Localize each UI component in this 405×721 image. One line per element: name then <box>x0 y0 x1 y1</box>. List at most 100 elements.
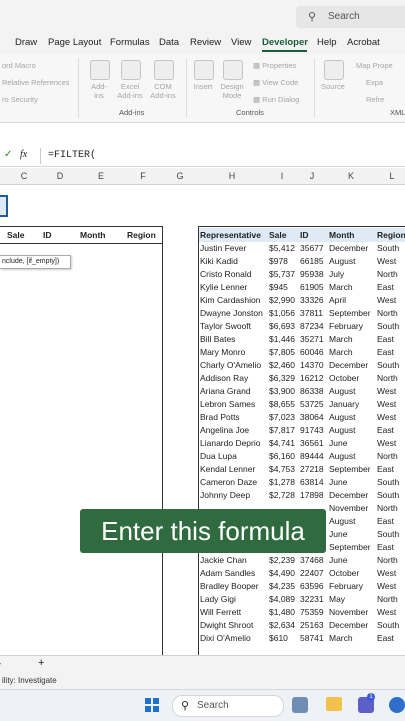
right-cell-region[interactable]: West <box>377 295 396 305</box>
right-cell-region[interactable]: West <box>377 386 396 396</box>
check-icon[interactable]: ✓ <box>4 149 12 160</box>
right-cell-region[interactable]: North <box>377 451 398 461</box>
right-cell-sale[interactable]: $5,737 <box>269 269 295 279</box>
column-header-d[interactable]: D <box>57 171 64 181</box>
right-cell-month[interactable]: March <box>329 347 353 357</box>
right-cell-month[interactable]: June <box>329 477 347 487</box>
right-cell-id[interactable]: 95938 <box>300 269 324 279</box>
column-header-f[interactable]: F <box>140 171 146 181</box>
right-cell-region[interactable]: South <box>377 490 399 500</box>
right-cell-sale[interactable]: $6,329 <box>269 373 295 383</box>
column-header-j[interactable]: J <box>310 171 315 181</box>
column-header-c[interactable]: C <box>21 171 28 181</box>
right-cell-id[interactable]: 89444 <box>300 451 324 461</box>
right-cell-sale[interactable]: $7,023 <box>269 412 295 422</box>
column-header-k[interactable]: K <box>348 171 354 181</box>
right-cell-region[interactable]: East <box>377 633 394 643</box>
view-code-button[interactable]: ▦ View Code <box>253 78 298 87</box>
right-cell-sale[interactable]: $1,446 <box>269 334 295 344</box>
right-cell-month[interactable]: December <box>329 243 368 253</box>
column-header-i[interactable]: I <box>281 171 284 181</box>
right-cell-region[interactable]: North <box>377 308 398 318</box>
menu-developer[interactable]: Developer <box>262 37 308 48</box>
right-cell-region[interactable]: South <box>377 321 399 331</box>
macro-security-button[interactable]: ro Security <box>2 95 38 104</box>
map-properties-button[interactable]: Map Prope <box>356 61 393 70</box>
right-cell-id[interactable]: 86338 <box>300 386 324 396</box>
right-cell-region[interactable]: South <box>377 243 399 253</box>
right-cell-sale[interactable]: $610 <box>269 633 288 643</box>
right-cell-id[interactable]: 75359 <box>300 607 324 617</box>
right-cell-rep[interactable]: Dwight Shroot <box>200 620 253 630</box>
right-cell-region[interactable]: East <box>377 347 394 357</box>
right-cell-rep[interactable]: Bill Bates <box>200 334 235 344</box>
right-cell-month[interactable]: March <box>329 334 353 344</box>
right-cell-region[interactable]: West <box>377 607 396 617</box>
right-cell-month[interactable]: August <box>329 516 355 526</box>
right-cell-region[interactable]: West <box>377 438 396 448</box>
right-cell-month[interactable]: January <box>329 399 359 409</box>
menu-data[interactable]: Data <box>159 37 179 48</box>
right-cell-sale[interactable]: $4,753 <box>269 464 295 474</box>
right-cell-id[interactable]: 63814 <box>300 477 324 487</box>
right-cell-sale[interactable]: $2,990 <box>269 295 295 305</box>
sheet-nav-icon[interactable]: › <box>0 658 1 668</box>
excel-addins-button[interactable]: Excel Add-ins <box>113 82 147 100</box>
right-cell-id[interactable]: 25163 <box>300 620 324 630</box>
right-cell-month[interactable]: August <box>329 451 355 461</box>
selected-cell[interactable] <box>0 195 8 217</box>
right-cell-region[interactable]: West <box>377 568 396 578</box>
right-cell-sale[interactable]: $6,160 <box>269 451 295 461</box>
right-cell-rep[interactable]: Mary Monro <box>200 347 245 357</box>
design-mode-button[interactable]: Design Mode <box>215 82 249 100</box>
right-cell-month[interactable]: November <box>329 607 368 617</box>
right-cell-rep[interactable]: Angelina Joe <box>200 425 249 435</box>
right-cell-sale[interactable]: $6,693 <box>269 321 295 331</box>
right-cell-month[interactable]: August <box>329 386 355 396</box>
right-cell-rep[interactable]: Justin Fever <box>200 243 246 253</box>
addins-button[interactable]: Add- ins <box>82 82 116 100</box>
menu-acrobat[interactable]: Acrobat <box>347 37 380 48</box>
right-cell-id[interactable]: 14370 <box>300 360 324 370</box>
menu-draw[interactable]: Draw <box>15 37 37 48</box>
expansion-packs-button[interactable]: Expa <box>366 78 383 87</box>
right-cell-id[interactable]: 38064 <box>300 412 324 422</box>
right-cell-region[interactable]: South <box>377 477 399 487</box>
right-cell-region[interactable]: East <box>377 464 394 474</box>
right-cell-id[interactable]: 36561 <box>300 438 324 448</box>
right-cell-id[interactable]: 66185 <box>300 256 324 266</box>
right-cell-id[interactable]: 53725 <box>300 399 324 409</box>
right-cell-sale[interactable]: $2,460 <box>269 360 295 370</box>
menu-help[interactable]: Help <box>317 37 337 48</box>
right-cell-region[interactable]: East <box>377 282 394 292</box>
right-cell-sale[interactable]: $7,817 <box>269 425 295 435</box>
add-sheet-button[interactable]: + <box>38 657 44 669</box>
right-cell-month[interactable]: June <box>329 529 347 539</box>
right-cell-region[interactable]: North <box>377 594 398 604</box>
windows-start-icon[interactable] <box>145 698 159 712</box>
right-cell-sale[interactable]: $1,278 <box>269 477 295 487</box>
properties-button[interactable]: ▦ Properties <box>253 61 296 70</box>
right-cell-region[interactable]: East <box>377 425 394 435</box>
right-cell-month[interactable]: September <box>329 464 371 474</box>
taskbar-search[interactable]: ⚲ Search <box>172 695 284 717</box>
right-cell-id[interactable]: 17898 <box>300 490 324 500</box>
right-cell-month[interactable]: October <box>329 373 359 383</box>
right-cell-id[interactable]: 35677 <box>300 243 324 253</box>
right-cell-rep[interactable]: Bradley Booper <box>200 581 259 591</box>
right-cell-region[interactable]: North <box>377 555 398 565</box>
fx-icon[interactable]: fx <box>20 149 27 160</box>
right-cell-id[interactable]: 16212 <box>300 373 324 383</box>
right-cell-month[interactable]: August <box>329 256 355 266</box>
right-cell-rep[interactable]: Jackie Chan <box>200 555 247 565</box>
right-cell-month[interactable]: February <box>329 581 363 591</box>
right-cell-sale[interactable]: $2,728 <box>269 490 295 500</box>
right-cell-region[interactable]: West <box>377 399 396 409</box>
menu-page-layout[interactable]: Page Layout <box>48 37 101 48</box>
right-cell-sale[interactable]: $3,900 <box>269 386 295 396</box>
right-cell-region[interactable]: South <box>377 529 399 539</box>
right-cell-sale[interactable]: $1,056 <box>269 308 295 318</box>
right-cell-id[interactable]: 37811 <box>300 308 323 318</box>
right-cell-sale[interactable]: $978 <box>269 256 288 266</box>
right-cell-id[interactable]: 63596 <box>300 581 324 591</box>
